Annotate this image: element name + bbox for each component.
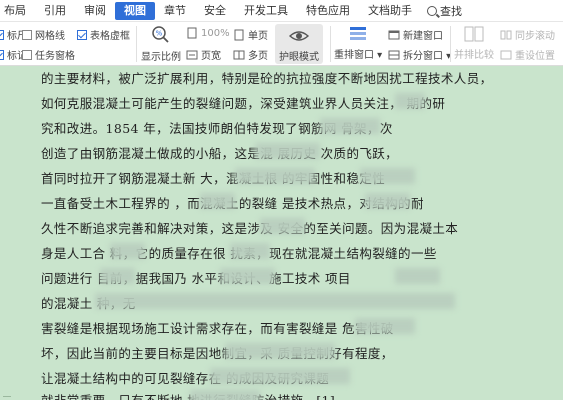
ribbon-divider <box>450 26 451 62</box>
split-window-button[interactable]: 拆分窗口 ▾ <box>388 47 451 62</box>
table-gridlines-checkbox[interactable] <box>77 29 87 40</box>
redaction-blur <box>320 118 380 134</box>
side-by-side-button[interactable]: 并排比较 <box>452 25 496 61</box>
redaction-blur <box>355 318 415 334</box>
split-window-icon <box>388 50 400 59</box>
redaction-blur <box>210 368 350 384</box>
eye-protection-label: 护眼模式 <box>279 52 319 63</box>
zoom-percent-icon: % <box>152 26 169 43</box>
zoom-ratio-label: 显示比例 <box>141 52 181 63</box>
single-page-icon <box>234 29 244 40</box>
redaction-blur <box>365 193 410 209</box>
rearrange-windows-label: 重排窗口 ▾ <box>334 50 383 61</box>
table-gridlines-toggle[interactable]: 表格虚框 <box>77 27 130 42</box>
redaction-blur <box>395 268 440 284</box>
redaction-blur <box>360 168 415 184</box>
page-icon <box>187 27 197 39</box>
document-canvas[interactable]: 的主要材料，被广泛扩展利用，特别是砼的抗拉强度不断地因扰工程技术人员， 如何克服… <box>0 66 563 400</box>
side-by-side-label: 并排比较 <box>454 50 494 61</box>
ribbon-divider <box>136 26 137 62</box>
gridlines-checkbox[interactable] <box>22 29 32 40</box>
multi-page-icon <box>233 50 245 59</box>
redaction-blur <box>235 168 315 184</box>
task-pane-label: 任务窗格 <box>35 51 75 62</box>
gridlines-toggle[interactable]: 网格线 <box>22 27 65 42</box>
redaction-blur <box>225 343 335 359</box>
split-window-text: 拆分窗口 <box>403 51 443 62</box>
page-width-icon <box>186 50 198 59</box>
page-width-label: 页宽 <box>201 51 221 62</box>
tab-review[interactable]: 审阅 <box>75 2 115 20</box>
new-window-icon <box>388 30 400 39</box>
task-pane-checkbox[interactable] <box>22 49 32 60</box>
redaction-blur <box>395 93 425 109</box>
single-page-button[interactable]: 单页 <box>233 27 268 42</box>
redaction-blur <box>230 243 270 259</box>
margin-marker <box>3 396 11 397</box>
tab-references[interactable]: 引用 <box>35 2 75 20</box>
rearrange-windows-icon <box>350 27 366 40</box>
search-icon <box>427 5 437 16</box>
tab-developer-tools[interactable]: 开发工具 <box>235 2 297 20</box>
svg-text:%: % <box>156 30 163 38</box>
page-width-button[interactable]: 页宽 <box>186 47 221 62</box>
rearrange-windows-text: 重排窗口 <box>334 50 374 61</box>
menu-bar: 布局 引用 审阅 视图 章节 安全 开发工具 特色应用 文档助手 查找 <box>0 0 563 22</box>
search-label: 查找 <box>440 4 462 18</box>
tab-security[interactable]: 安全 <box>195 2 235 20</box>
multi-page-button[interactable]: 多页 <box>233 47 268 62</box>
table-gridlines-label: 表格虚框 <box>90 31 130 42</box>
reset-position-label: 重设位置 <box>515 51 555 62</box>
multi-page-label: 多页 <box>248 51 268 62</box>
reset-position-button[interactable]: 重设位置 <box>500 47 555 62</box>
document-line: 害裂缝是根据现场施工设计需求存在，而有害裂缝是 危害性破 <box>41 321 394 336</box>
redaction-blur <box>100 268 135 284</box>
redaction-blur <box>200 193 235 209</box>
redaction-blur <box>190 390 260 400</box>
document-line: 究和改进。1854 年，法国技师朗伯特发现了钢筋网 骨架，次 <box>41 121 393 136</box>
tab-view[interactable]: 视图 <box>115 1 155 20</box>
new-window-label: 新建窗口 <box>403 31 443 42</box>
search-button[interactable]: 查找 <box>421 3 468 19</box>
single-page-label: 单页 <box>248 31 268 42</box>
redaction-blur <box>220 268 275 284</box>
sync-scroll-label: 同步滚动 <box>515 31 555 42</box>
document-line: 的主要材料，被广泛扩展利用，特别是砼的抗拉强度不断地因扰工程技术人员， <box>41 71 491 86</box>
gridlines-label: 网格线 <box>35 31 65 42</box>
tab-layout[interactable]: 布局 <box>0 2 35 20</box>
ribbon-toolbar: 标尺 网格线 表格虚框 标记 任务窗格 % 显示比例 100% 页宽 单页 多页… <box>0 22 563 66</box>
zoom-value: 100% <box>201 27 230 39</box>
side-by-side-icon <box>464 26 484 42</box>
eye-icon <box>288 31 310 41</box>
split-window-label: 拆分窗口 ▾ <box>403 51 452 62</box>
sync-scroll-button[interactable]: 同步滚动 <box>500 27 555 42</box>
redaction-blur <box>255 143 320 159</box>
redaction-blur <box>110 243 145 259</box>
tab-document-assistant[interactable]: 文档助手 <box>359 2 421 20</box>
sync-scroll-icon <box>500 30 512 39</box>
redaction-blur <box>95 293 455 309</box>
zoom-ratio-button[interactable]: % 显示比例 <box>141 25 181 63</box>
document-line: 一直备受土木工程界的 ，而混凝土的裂缝 是技术热点，对结构的耐 <box>41 196 424 211</box>
tab-sections[interactable]: 章节 <box>155 2 195 20</box>
ruler-checkbox[interactable] <box>0 29 4 40</box>
document-line: 就非常重要，只有不断地 地进行裂缝防治措施。[1] <box>41 390 491 400</box>
reset-position-icon <box>500 50 512 59</box>
markup-checkbox[interactable] <box>0 49 4 60</box>
rearrange-windows-button[interactable]: 重排窗口 ▾ <box>334 25 382 61</box>
task-pane-toggle[interactable]: 任务窗格 <box>22 47 75 62</box>
new-window-button[interactable]: 新建窗口 <box>388 27 443 42</box>
tab-special-features[interactable]: 特色应用 <box>297 2 359 20</box>
zoom-100-button[interactable]: 100% <box>186 27 230 39</box>
redaction-blur <box>260 218 305 234</box>
eye-protection-button[interactable]: 护眼模式 <box>275 24 323 64</box>
ribbon-divider <box>330 26 331 62</box>
